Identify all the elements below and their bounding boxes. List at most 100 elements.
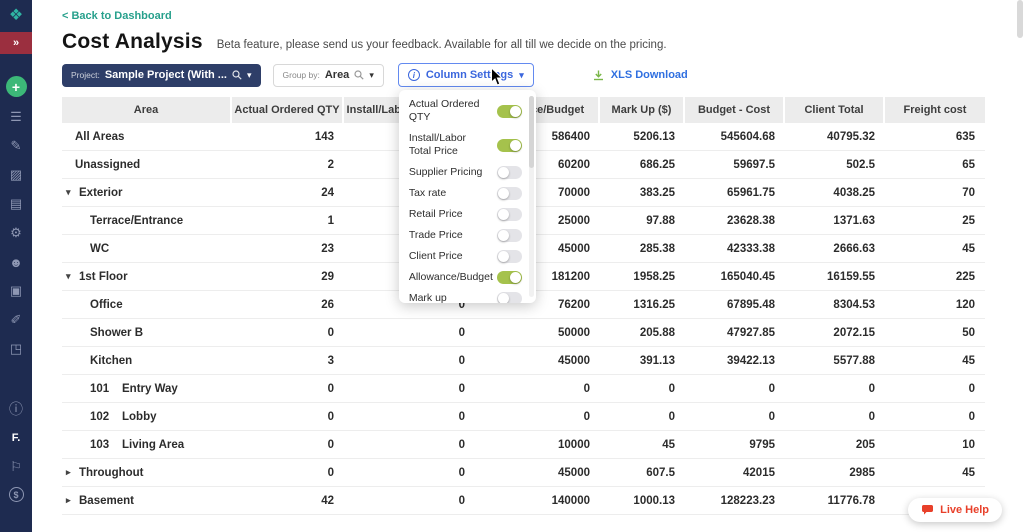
cell-budget_cost: 47927.85 <box>685 327 785 339</box>
cell-qty: 1 <box>232 215 344 227</box>
column-toggle-item[interactable]: Retail Price <box>399 204 536 225</box>
cell-allowance: 45000 <box>475 355 600 367</box>
cell-budget_cost: 65961.75 <box>685 187 785 199</box>
info-icon: i <box>408 69 420 81</box>
cell-client_total: 16159.55 <box>785 271 885 283</box>
group-by-select[interactable]: Group by: Area ▾ <box>273 64 384 87</box>
column-toggle-label: Allowance/Budget <box>409 271 491 284</box>
column-toggle-item[interactable]: Supplier Pricing <box>399 162 536 183</box>
toggle-knob <box>498 293 509 303</box>
column-header-budget_cost[interactable]: Budget - Cost <box>685 97 785 123</box>
info-icon[interactable]: ⓘ <box>7 400 25 418</box>
shipping-icon[interactable]: ◳ <box>7 340 25 358</box>
column-settings-button[interactable]: i Column Settings ▾ <box>398 63 534 87</box>
cell-qty: 42 <box>232 495 344 507</box>
menu-scrollbar[interactable] <box>529 96 534 297</box>
room-number: 101 <box>90 383 122 395</box>
xls-download-button[interactable]: XLS Download <box>592 69 688 82</box>
area-name: Basement <box>79 495 134 507</box>
billing-icon[interactable]: $ <box>9 487 24 502</box>
column-header-markup[interactable]: Mark Up ($) <box>600 97 685 123</box>
caret-down-icon[interactable]: ▾ <box>66 187 77 198</box>
cell-freight: 0 <box>885 383 985 395</box>
area-cell: Terrace/Entrance <box>62 215 232 227</box>
toggle-switch[interactable] <box>497 166 522 179</box>
toggle-knob <box>498 188 509 199</box>
toggle-switch[interactable] <box>497 105 522 118</box>
cell-install: 0 <box>344 411 475 423</box>
toggle-switch[interactable] <box>497 139 522 152</box>
team-icon[interactable]: ☻ <box>7 253 25 271</box>
caret-right-icon[interactable]: ▸ <box>66 467 77 478</box>
app-logo-icon[interactable]: ❖ <box>7 6 25 24</box>
live-help-button[interactable]: Live Help <box>908 498 1002 522</box>
column-toggle-label: Retail Price <box>409 208 463 221</box>
table-row-entry-way[interactable]: 101Entry Way0000000 <box>62 375 985 403</box>
table-row-shower-b[interactable]: Shower B0050000205.8847927.852072.1550 <box>62 319 985 347</box>
area-cell: ▸Throughout <box>62 467 232 479</box>
fullstory-icon[interactable]: F. <box>7 429 25 447</box>
area-cell: Unassigned <box>62 159 232 171</box>
cell-markup: 391.13 <box>600 355 685 367</box>
area-name: Lobby <box>122 411 157 423</box>
back-to-dashboard-link[interactable]: < Back to Dashboard <box>62 10 172 22</box>
toggle-switch[interactable] <box>497 187 522 200</box>
media-icon[interactable]: ▨ <box>7 166 25 184</box>
room-number: 102 <box>90 411 122 423</box>
expand-icon[interactable]: » <box>0 32 32 54</box>
add-icon[interactable]: + <box>6 76 27 97</box>
column-toggle-item[interactable]: Allowance/Budget <box>399 267 536 288</box>
download-icon <box>592 69 605 82</box>
settings-icon[interactable]: ⚙ <box>7 224 25 242</box>
area-name: 1st Floor <box>79 271 128 283</box>
design-icon[interactable]: ✎ <box>7 137 25 155</box>
column-toggle-item[interactable]: Trade Price <box>399 225 536 246</box>
toggle-switch[interactable] <box>497 229 522 242</box>
cell-qty: 0 <box>232 383 344 395</box>
column-toggle-label: Tax rate <box>409 187 446 200</box>
table-row-lobby[interactable]: 102Lobby0000000 <box>62 403 985 431</box>
cell-markup: 1958.25 <box>600 271 685 283</box>
column-toggle-item[interactable]: Mark up <box>399 288 536 303</box>
area-cell: ▾1st Floor <box>62 271 232 283</box>
table-row-kitchen[interactable]: Kitchen3045000391.1339422.135577.8845 <box>62 347 985 375</box>
cell-allowance: 50000 <box>475 327 600 339</box>
column-toggle-item[interactable]: Install/Labor Total Price <box>399 128 536 162</box>
notes-icon[interactable]: ✐ <box>7 311 25 329</box>
cell-freight: 120 <box>885 299 985 311</box>
column-header-qty[interactable]: Actual Ordered QTY <box>232 97 344 123</box>
toggle-switch[interactable] <box>497 292 522 303</box>
cell-allowance: 10000 <box>475 439 600 451</box>
column-header-client_total[interactable]: Client Total <box>785 97 885 123</box>
toggle-switch[interactable] <box>497 208 522 221</box>
caret-down-icon[interactable]: ▾ <box>66 271 77 282</box>
caret-right-icon[interactable]: ▸ <box>66 495 77 506</box>
page-scrollbar[interactable] <box>1017 0 1024 532</box>
column-header-freight[interactable]: Freight cost <box>885 97 985 123</box>
cell-budget_cost: 42015 <box>685 467 785 479</box>
cell-markup: 285.38 <box>600 243 685 255</box>
cell-freight: 25 <box>885 215 985 227</box>
page-scrollbar-thumb[interactable] <box>1017 0 1023 38</box>
inventory-icon[interactable]: ▣ <box>7 282 25 300</box>
table-row-living-area[interactable]: 103Living Area001000045979520510 <box>62 431 985 459</box>
column-toggle-item[interactable]: Actual Ordered QTY <box>399 94 536 128</box>
column-toggle-label: Trade Price <box>409 229 463 242</box>
cell-install: 0 <box>344 495 475 507</box>
flag-icon[interactable]: ⚐ <box>7 458 25 476</box>
table-row-throughout[interactable]: ▸Throughout0045000607.542015298545 <box>62 459 985 487</box>
table-row-basement[interactable]: ▸Basement4201400001000.13128223.2311776.… <box>62 487 985 515</box>
toggle-switch[interactable] <box>497 250 522 263</box>
cell-client_total: 11776.78 <box>785 495 885 507</box>
cell-qty: 0 <box>232 327 344 339</box>
project-select[interactable]: Project: Sample Project (With ... ▾ <box>62 64 261 87</box>
menu-icon[interactable]: ☰ <box>7 108 25 126</box>
cell-qty: 23 <box>232 243 344 255</box>
cell-budget_cost: 59697.5 <box>685 159 785 171</box>
column-header-name[interactable]: Area <box>62 97 232 123</box>
toggle-switch[interactable] <box>497 271 522 284</box>
column-toggle-item[interactable]: Client Price <box>399 246 536 267</box>
documents-icon[interactable]: ▤ <box>7 195 25 213</box>
menu-scrollbar-thumb[interactable] <box>529 96 534 168</box>
column-toggle-item[interactable]: Tax rate <box>399 183 536 204</box>
